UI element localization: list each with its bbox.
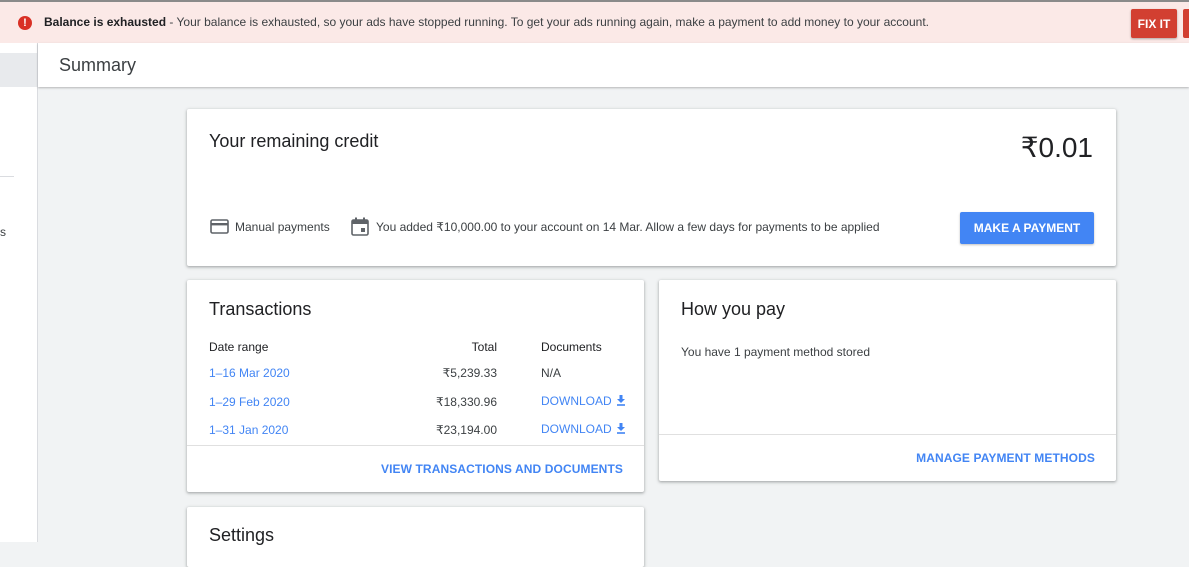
how-you-pay-card: How you pay You have 1 payment method st… bbox=[659, 280, 1116, 481]
partial-alert-button[interactable] bbox=[1183, 9, 1189, 38]
credit-card-title: Your remaining credit bbox=[209, 131, 379, 151]
payment-methods-summary: You have 1 payment method stored bbox=[681, 345, 871, 359]
credit-amount: ₹0.01 bbox=[1020, 132, 1093, 163]
download-label: DOWNLOAD bbox=[541, 394, 612, 408]
how-you-pay-title: How you pay bbox=[681, 299, 786, 319]
alert-message: Balance is exhausted - Your balance is e… bbox=[44, 15, 929, 29]
make-payment-button[interactable]: MAKE A PAYMENT bbox=[960, 212, 1094, 244]
view-transactions-link[interactable]: VIEW TRANSACTIONS AND DOCUMENTS bbox=[381, 462, 623, 476]
download-label: DOWNLOAD bbox=[541, 422, 612, 436]
card-divider bbox=[659, 434, 1116, 435]
page-header: Summary bbox=[38, 43, 1189, 87]
column-header-date: Date range bbox=[209, 340, 269, 354]
transaction-total: ₹18,330.96 bbox=[435, 395, 497, 409]
settings-card: Settings bbox=[187, 507, 644, 567]
download-icon bbox=[617, 423, 626, 434]
sidebar-item-label[interactable]: s bbox=[0, 225, 6, 239]
transactions-card: Transactions Date range Total Documents … bbox=[187, 280, 644, 492]
page-title: Summary bbox=[59, 55, 137, 75]
download-link[interactable]: DOWNLOAD bbox=[541, 422, 626, 436]
calendar-icon bbox=[351, 217, 369, 236]
remaining-credit-card: Your remaining credit ₹0.01 Manual payme… bbox=[187, 109, 1116, 266]
transaction-date-link[interactable]: 1–31 Jan 2020 bbox=[209, 423, 288, 437]
settings-title: Settings bbox=[209, 525, 275, 545]
payment-notice: You added ₹10,000.00 to your account on … bbox=[376, 220, 880, 234]
fix-it-button[interactable]: FIX IT bbox=[1131, 9, 1177, 38]
transaction-total: ₹5,239.33 bbox=[442, 366, 497, 380]
column-header-total: Total bbox=[471, 340, 497, 354]
balance-alert-banner: ! Balance is exhausted - Your balance is… bbox=[0, 0, 1189, 43]
card-divider bbox=[187, 445, 644, 446]
credit-card-icon bbox=[210, 219, 229, 234]
error-icon: ! bbox=[18, 16, 32, 30]
column-header-documents: Documents bbox=[541, 340, 602, 354]
transactions-title: Transactions bbox=[209, 299, 312, 319]
transaction-document-status: N/A bbox=[541, 366, 562, 380]
download-link[interactable]: DOWNLOAD bbox=[541, 394, 626, 408]
download-icon bbox=[617, 395, 626, 406]
manage-payment-methods-link[interactable]: MANAGE PAYMENT METHODS bbox=[916, 451, 1095, 465]
alert-body: - Your balance is exhausted, so your ads… bbox=[166, 15, 929, 29]
sidebar-item-selected[interactable] bbox=[0, 53, 37, 87]
transaction-total: ₹23,194.00 bbox=[435, 423, 497, 437]
transaction-date-link[interactable]: 1–16 Mar 2020 bbox=[209, 366, 290, 380]
sidebar-divider bbox=[0, 176, 14, 177]
transaction-date-link[interactable]: 1–29 Feb 2020 bbox=[209, 395, 290, 409]
payment-type-label: Manual payments bbox=[235, 220, 330, 234]
left-sidebar: s bbox=[0, 43, 38, 542]
alert-title: Balance is exhausted bbox=[44, 15, 167, 29]
